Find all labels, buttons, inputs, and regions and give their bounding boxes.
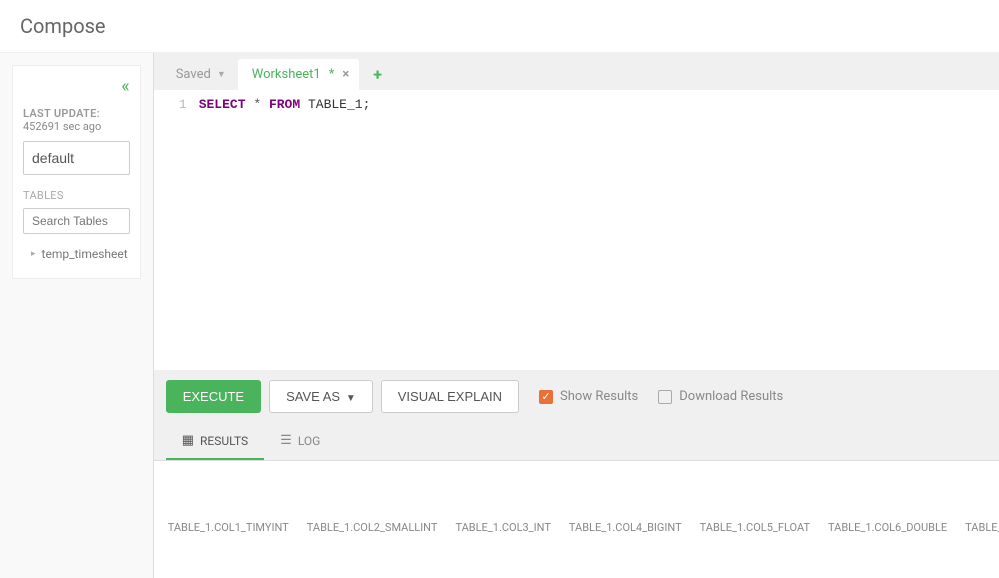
column-header[interactable]: TABLE_1.C bbox=[965, 515, 999, 544]
workspace: Saved ▼ Worksheet1 * × + 1 SELECT * FROM… bbox=[153, 53, 999, 578]
action-bar: EXECUTE SAVE AS ▼ VISUAL EXPLAIN ✓ Show … bbox=[154, 370, 999, 423]
worksheet-dirty-indicator: * bbox=[329, 67, 335, 82]
column-header[interactable]: TABLE_1.COL4_BIGINT bbox=[569, 515, 700, 544]
show-results-checkbox[interactable]: ✓ Show Results bbox=[539, 389, 638, 404]
column-header[interactable]: TABLE_1.COL3_INT bbox=[455, 515, 568, 544]
page-header: Compose bbox=[0, 0, 999, 53]
tab-results-label: RESULTS bbox=[200, 434, 248, 448]
list-icon: ☰ bbox=[280, 433, 292, 448]
results-tab-bar: ▦ RESULTS ☰ LOG bbox=[154, 423, 999, 461]
saved-label: Saved bbox=[176, 67, 211, 82]
database-input[interactable] bbox=[23, 141, 130, 175]
kw-from: FROM bbox=[269, 97, 300, 112]
last-update-label: LAST UPDATE: bbox=[23, 107, 100, 120]
tab-bar: Saved ▼ Worksheet1 * × + bbox=[154, 53, 999, 90]
table-item[interactable]: ▸ temp_timesheet bbox=[23, 244, 130, 264]
tables-section-label: TABLES bbox=[23, 189, 130, 202]
worksheet-tab[interactable]: Worksheet1 * × bbox=[238, 59, 359, 90]
editor-gutter: 1 bbox=[154, 96, 199, 364]
sidebar: « LAST UPDATE: 452691 sec ago TABLES ▸ t… bbox=[0, 53, 153, 578]
tab-log[interactable]: ☰ LOG bbox=[264, 423, 336, 460]
checkbox-checked-icon: ✓ bbox=[539, 390, 553, 404]
checkbox-unchecked-icon bbox=[658, 390, 672, 404]
column-header[interactable]: TABLE_1.COL6_DOUBLE bbox=[828, 515, 965, 544]
download-results-checkbox[interactable]: Download Results bbox=[658, 389, 783, 404]
chevron-down-icon: ▼ bbox=[343, 393, 356, 404]
collapse-sidebar-icon[interactable]: « bbox=[23, 76, 130, 97]
token-ident: TABLE_1; bbox=[308, 97, 370, 112]
column-header[interactable]: TABLE_1.COL5_FLOAT bbox=[700, 515, 828, 544]
add-tab-button[interactable]: + bbox=[363, 59, 392, 90]
results-area: TABLE_1.COL1_TIMYINT TABLE_1.COL2_SMALLI… bbox=[154, 461, 999, 578]
worksheet-tab-label: Worksheet1 bbox=[252, 67, 321, 82]
close-tab-icon[interactable]: × bbox=[342, 67, 349, 82]
execute-button[interactable]: EXECUTE bbox=[166, 380, 261, 413]
save-as-button[interactable]: SAVE AS ▼ bbox=[269, 380, 373, 413]
sidebar-card: « LAST UPDATE: 452691 sec ago TABLES ▸ t… bbox=[12, 65, 141, 279]
last-update-text: LAST UPDATE: 452691 sec ago bbox=[23, 107, 130, 133]
last-update-value: 452691 sec ago bbox=[23, 120, 101, 133]
page-title: Compose bbox=[20, 14, 979, 38]
tab-log-label: LOG bbox=[298, 434, 321, 448]
caret-right-icon: ▸ bbox=[31, 249, 36, 259]
line-number: 1 bbox=[154, 96, 187, 113]
sql-editor[interactable]: 1 SELECT * FROM TABLE_1; bbox=[154, 90, 999, 370]
tables-search-input[interactable] bbox=[23, 208, 130, 234]
chevron-down-icon: ▼ bbox=[217, 69, 226, 80]
show-results-label: Show Results bbox=[560, 389, 638, 404]
tab-results[interactable]: ▦ RESULTS bbox=[166, 423, 264, 460]
kw-select: SELECT bbox=[199, 97, 246, 112]
download-results-label: Download Results bbox=[679, 389, 783, 404]
results-table-scroll[interactable]: TABLE_1.COL1_TIMYINT TABLE_1.COL2_SMALLI… bbox=[168, 471, 999, 552]
results-header-row: TABLE_1.COL1_TIMYINT TABLE_1.COL2_SMALLI… bbox=[168, 515, 999, 544]
column-header[interactable]: TABLE_1.COL2_SMALLINT bbox=[307, 515, 456, 544]
editor-code[interactable]: SELECT * FROM TABLE_1; bbox=[199, 96, 371, 364]
column-header[interactable]: TABLE_1.COL1_TIMYINT bbox=[168, 515, 307, 544]
visual-explain-button[interactable]: VISUAL EXPLAIN bbox=[381, 380, 519, 413]
table-item-label: temp_timesheet bbox=[42, 247, 128, 261]
table-icon: ▦ bbox=[182, 433, 194, 448]
saved-queries-dropdown[interactable]: Saved ▼ bbox=[164, 59, 234, 90]
